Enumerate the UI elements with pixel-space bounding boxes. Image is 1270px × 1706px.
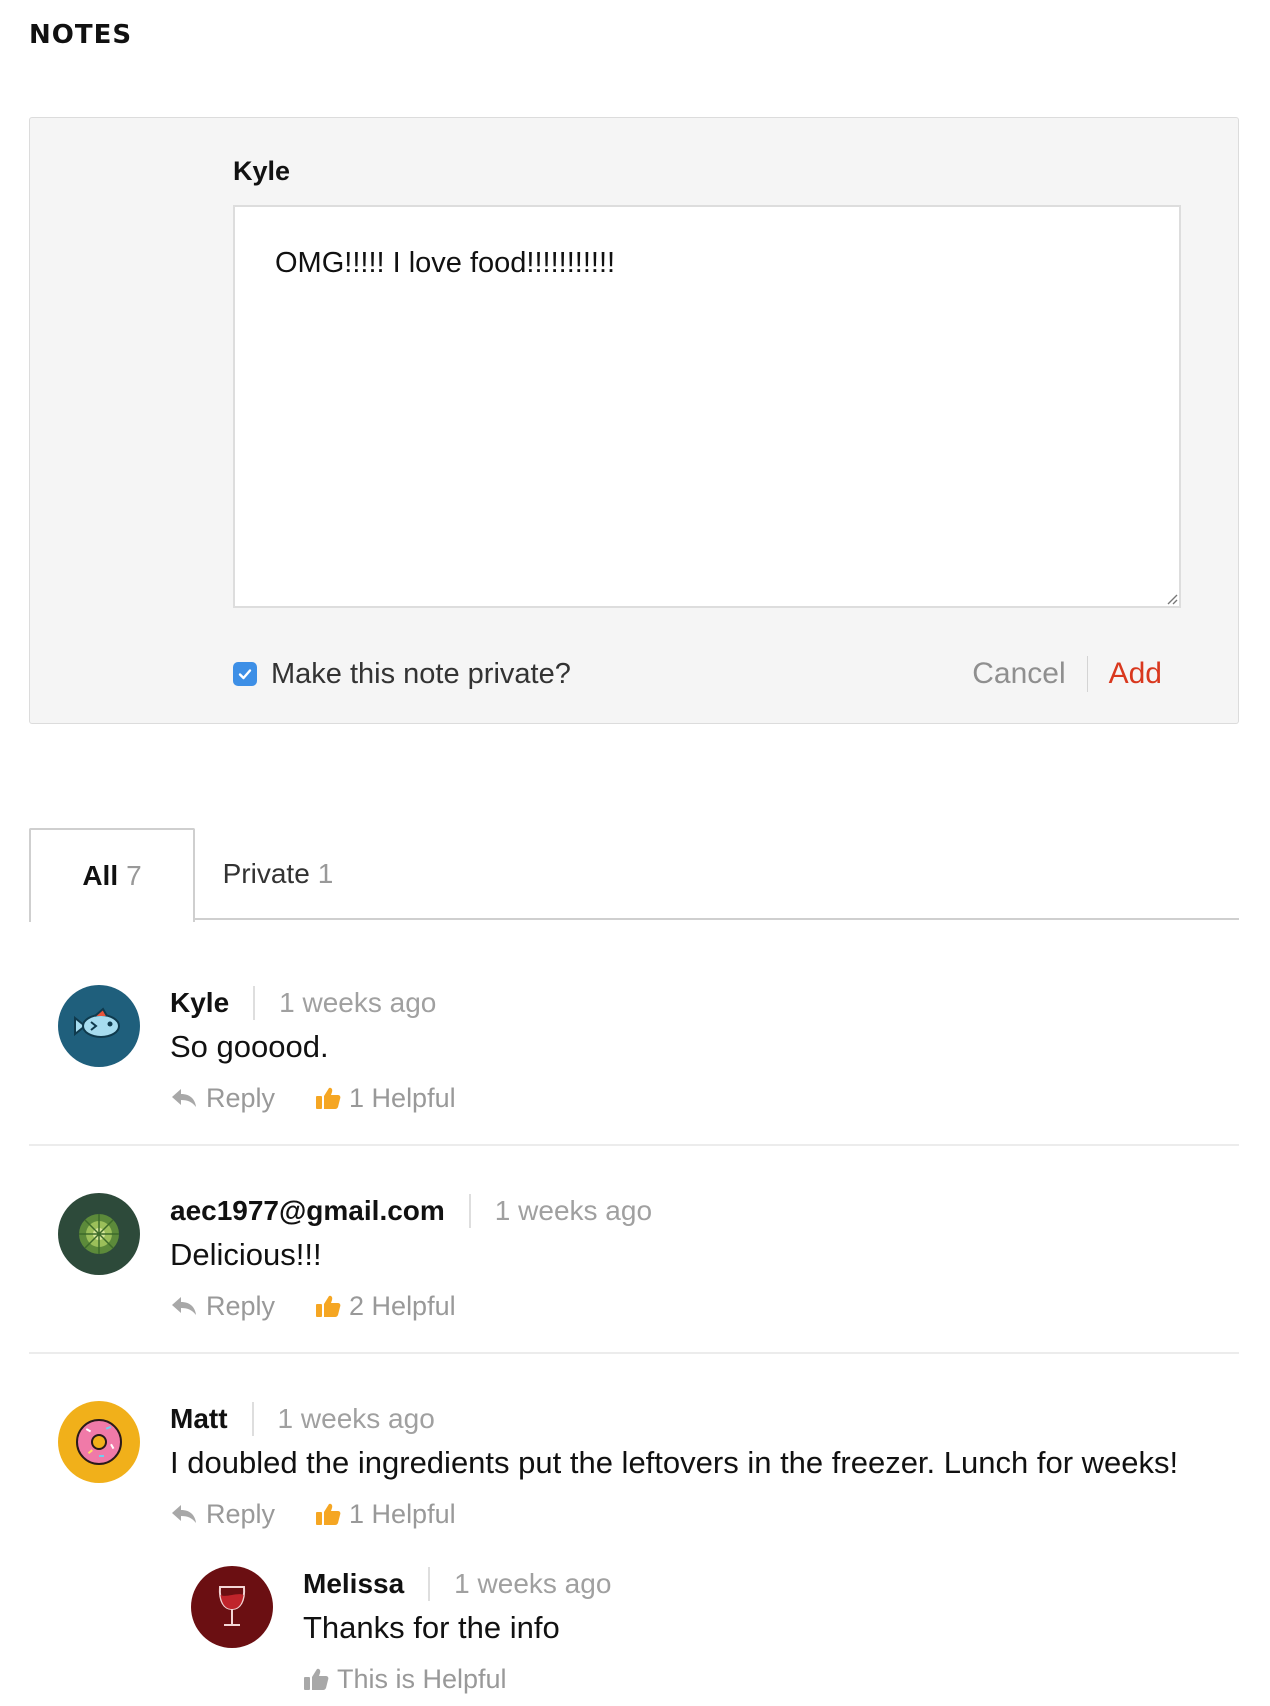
- reply-button[interactable]: Reply: [170, 1291, 275, 1322]
- comment-body: Kyle 1 weeks ago So gooood. Reply 1 Help…: [170, 985, 456, 1115]
- reply-button[interactable]: Reply: [170, 1499, 275, 1530]
- composer-author-name: Kyle: [233, 156, 291, 186]
- comment-author[interactable]: Kyle: [170, 987, 229, 1019]
- private-toggle-row[interactable]: Make this note private?: [233, 654, 571, 694]
- tab-private-count: 1: [317, 858, 334, 889]
- reply-label: Reply: [206, 1082, 276, 1113]
- comment-text: I doubled the ingredients put the leftov…: [170, 1445, 1179, 1480]
- reply-arrow-icon: [172, 1089, 196, 1107]
- tab-private-label: Private: [222, 858, 310, 889]
- comment-author[interactable]: Matt: [170, 1403, 228, 1435]
- comment-body: Melissa 1 weeks ago Thanks for the info …: [303, 1566, 611, 1696]
- comment-text: Thanks for the info: [303, 1610, 560, 1645]
- helpful-label: 1 Helpful: [349, 1082, 456, 1113]
- private-label: Make this note private?: [271, 657, 571, 690]
- comment-divider: [29, 1352, 1239, 1354]
- comment-timestamp: 1 weeks ago: [494, 1195, 653, 1226]
- comment-timestamp: 1 weeks ago: [279, 987, 437, 1018]
- tab-all-label: All: [82, 860, 119, 891]
- action-divider: [1086, 656, 1088, 692]
- helpful-button[interactable]: 1 Helpful: [315, 1083, 456, 1114]
- reply-arrow-icon: [172, 1505, 196, 1523]
- comment-body: Matt 1 weeks ago I doubled the ingredien…: [170, 1401, 1178, 1531]
- comment-timestamp: 1 weeks ago: [454, 1568, 612, 1599]
- thumbs-up-icon: [316, 1503, 341, 1525]
- section-title: NOTES: [29, 20, 133, 50]
- cancel-button[interactable]: Cancel: [972, 657, 1065, 691]
- donut-icon: [76, 1419, 122, 1465]
- reply-button[interactable]: Reply: [170, 1083, 275, 1114]
- helpful-button[interactable]: This is Helpful: [303, 1664, 507, 1695]
- header-divider: [428, 1567, 431, 1601]
- checkmark-icon: [238, 669, 252, 680]
- comment-text: Delicious!!!: [170, 1237, 322, 1272]
- helpful-label: 2 Helpful: [349, 1290, 456, 1321]
- note-composer: Kyle Make this note private? Cancel Add: [29, 117, 1239, 724]
- reply-label: Reply: [206, 1498, 276, 1529]
- thumbs-up-icon: [316, 1295, 341, 1317]
- reply-arrow-icon: [172, 1297, 196, 1315]
- wine-glass-icon: [218, 1586, 246, 1626]
- helpful-label: 1 Helpful: [349, 1498, 456, 1529]
- helpful-label: This is Helpful: [337, 1663, 507, 1694]
- avatar[interactable]: [58, 985, 140, 1067]
- resize-handle-icon[interactable]: [1166, 593, 1178, 605]
- comment-body: aec1977@gmail.com 1 weeks ago Delicious!…: [170, 1193, 652, 1323]
- helpful-button[interactable]: 2 Helpful: [315, 1291, 456, 1322]
- header-divider: [251, 1402, 254, 1436]
- tab-private[interactable]: Private 1: [195, 828, 361, 920]
- avatar[interactable]: [58, 1401, 140, 1483]
- composer-actions: Cancel Add: [972, 654, 1162, 694]
- private-checkbox[interactable]: [233, 662, 257, 686]
- avatar[interactable]: [58, 1193, 140, 1275]
- helpful-button[interactable]: 1 Helpful: [315, 1499, 456, 1530]
- tab-all-count: 7: [126, 860, 142, 891]
- thumbs-up-icon: [304, 1668, 329, 1690]
- note-textarea[interactable]: [233, 205, 1181, 608]
- header-divider: [468, 1194, 471, 1228]
- comment-text: So gooood.: [170, 1029, 329, 1064]
- tab-all[interactable]: All 7: [29, 828, 195, 922]
- avatar[interactable]: [191, 1566, 273, 1648]
- comment-timestamp: 1 weeks ago: [277, 1403, 435, 1434]
- comment-divider: [29, 1144, 1239, 1146]
- thumbs-up-icon: [316, 1087, 341, 1109]
- add-button[interactable]: Add: [1109, 657, 1162, 691]
- notes-tabs: All 7 Private 1: [29, 828, 1239, 922]
- comment-author[interactable]: Melissa: [303, 1568, 404, 1600]
- fish-icon: [74, 1007, 120, 1038]
- comment-author[interactable]: aec1977@gmail.com: [170, 1195, 445, 1227]
- reply-label: Reply: [206, 1290, 276, 1321]
- header-divider: [253, 986, 256, 1020]
- cabbage-icon: [79, 1214, 119, 1254]
